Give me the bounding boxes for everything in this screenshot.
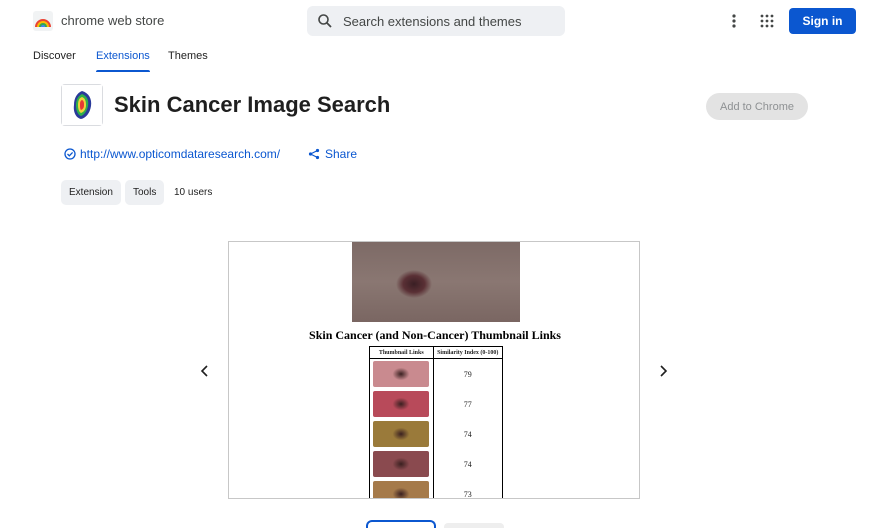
chip-tools[interactable]: Tools <box>125 180 165 205</box>
lesion-thumbnail[interactable] <box>373 481 430 498</box>
tab-discover[interactable]: Discover <box>33 50 76 72</box>
thumbnail-cell <box>369 479 434 498</box>
table-row: 74 <box>369 449 504 479</box>
nav-tabs: Discover Extensions Themes <box>0 42 871 72</box>
user-count: 10 users <box>174 187 213 198</box>
chrome-web-store-logo-icon[interactable] <box>33 11 53 31</box>
lesion-thumbnail[interactable] <box>373 421 430 447</box>
carousel-thumb[interactable] <box>444 523 504 528</box>
table-row: 74 <box>369 419 504 449</box>
table-row: 73 <box>369 479 504 498</box>
top-bar: chrome web store Search extensions and t… <box>0 0 871 42</box>
sign-in-button[interactable]: Sign in <box>789 8 856 34</box>
tab-themes[interactable]: Themes <box>168 50 208 72</box>
chevron-right-icon[interactable] <box>655 363 671 379</box>
store-name[interactable]: chrome web store <box>61 13 164 28</box>
thumbnail-cell <box>369 358 434 389</box>
screenshot-heading: Skin Cancer (and Non-Cancer) Thumbnail L… <box>309 328 561 342</box>
verified-check-icon <box>64 148 76 160</box>
skin-lesion-photo <box>352 242 520 322</box>
lesion-thumbnail[interactable] <box>373 391 430 417</box>
similarity-score: 79 <box>432 358 504 389</box>
similarity-score: 74 <box>432 449 504 479</box>
add-to-chrome-button[interactable]: Add to Chrome <box>706 93 808 120</box>
similarity-score: 74 <box>432 419 504 449</box>
search-box[interactable]: Search extensions and themes <box>307 6 565 36</box>
col-thumbnail-links: Thumbnail Links <box>369 346 434 359</box>
tab-extensions[interactable]: Extensions <box>96 50 150 72</box>
thumbnail-cell <box>369 449 434 479</box>
share-icon <box>308 148 320 160</box>
more-vert-icon[interactable] <box>726 11 742 31</box>
website-url: http://www.opticomdataresearch.com/ <box>80 147 281 161</box>
table-row: 77 <box>369 389 504 419</box>
skin-scan-icon <box>62 85 102 125</box>
apps-grid-icon[interactable] <box>759 13 775 29</box>
thumbnail-cell <box>369 419 434 449</box>
extension-title: Skin Cancer Image Search <box>114 92 391 117</box>
search-input[interactable]: Search extensions and themes <box>343 14 522 29</box>
share-label: Share <box>325 147 358 161</box>
lesion-thumbnail[interactable] <box>373 361 430 387</box>
similarity-score: 77 <box>432 389 504 419</box>
lesion-thumbnail[interactable] <box>373 451 430 477</box>
thumbnail-table: Thumbnail Links Similarity Index (0-100)… <box>369 346 504 498</box>
thumbnail-cell <box>369 389 434 419</box>
col-similarity-index: Similarity Index (0-100) <box>432 346 504 359</box>
screenshot-slide: Skin Cancer (and Non-Cancer) Thumbnail L… <box>228 241 640 499</box>
share-button[interactable]: Share <box>308 147 357 161</box>
website-link[interactable]: http://www.opticomdataresearch.com/ <box>64 147 280 161</box>
chip-extension[interactable]: Extension <box>61 180 121 205</box>
table-row: 79 <box>369 358 504 389</box>
similarity-score: 73 <box>432 479 504 498</box>
extension-icon <box>61 84 103 126</box>
carousel-thumb-active[interactable] <box>366 520 436 528</box>
chevron-left-icon[interactable] <box>197 363 213 379</box>
search-icon <box>318 14 332 28</box>
